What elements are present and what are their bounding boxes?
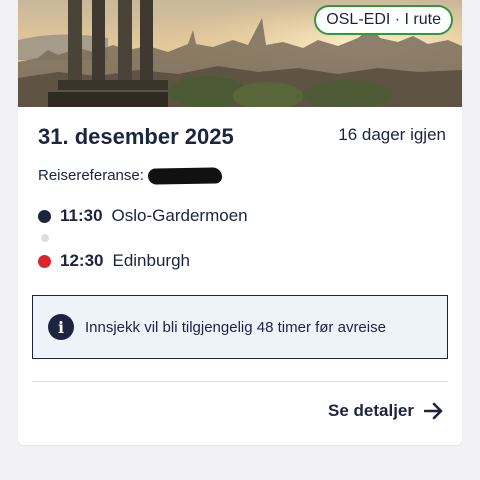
reference-label: Reisereferanse:	[38, 167, 144, 184]
check-in-info-text: Innsjekk vil bli tilgjengelig 48 timer f…	[85, 318, 386, 336]
check-in-info-banner: i Innsjekk vil bli tilgjengelig 48 timer…	[32, 295, 448, 359]
see-details-link[interactable]: Se detaljer	[328, 401, 444, 421]
info-icon: i	[48, 314, 74, 340]
see-details-label: Se detaljer	[328, 401, 414, 420]
arrival-dot-icon	[38, 254, 51, 268]
arrival-time: 12:30	[60, 251, 104, 270]
arrow-right-icon	[424, 402, 444, 420]
days-remaining: 16 dager igjen	[338, 125, 446, 144]
departure-airport: Oslo-Gardermoen	[111, 206, 248, 225]
trip-date: 31. desember 2025	[38, 124, 234, 149]
redacted-reference-value	[147, 166, 223, 185]
arrival-leg: 12:30 Edinburgh	[38, 251, 190, 271]
route-connector-dot	[41, 234, 49, 242]
departure-dot-icon	[38, 209, 51, 223]
divider	[32, 381, 448, 382]
destination-photo: OSL-EDI · I rute	[18, 0, 462, 107]
departure-leg: 11:30 Oslo-Gardermoen	[38, 206, 248, 226]
arrival-airport: Edinburgh	[112, 251, 190, 270]
booking-reference: Reisereferanse:	[38, 166, 223, 185]
route-status-badge: OSL-EDI · I rute	[314, 5, 453, 35]
trip-card[interactable]: OSL-EDI · I rute 31. desember 2025 16 da…	[18, 0, 462, 445]
departure-time: 11:30	[60, 206, 103, 225]
